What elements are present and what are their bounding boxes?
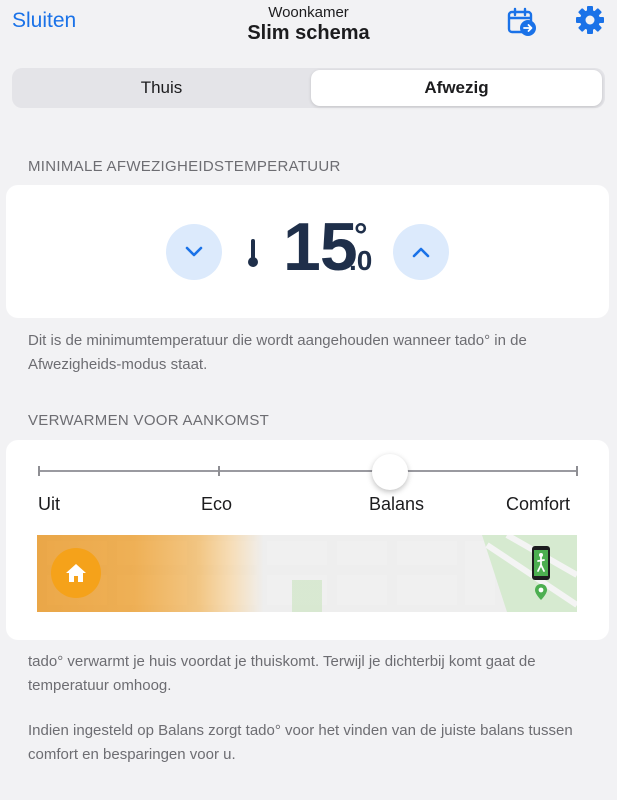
tab-thuis[interactable]: Thuis <box>14 70 309 106</box>
gear-icon[interactable] <box>574 4 606 36</box>
preheat-slider-thumb[interactable] <box>372 454 408 490</box>
min-temp-card: 15 ° .0 <box>6 185 609 318</box>
top-bar: Sluiten Woonkamer Slim schema <box>0 0 617 58</box>
chevron-up-icon <box>412 247 430 258</box>
phone-walking-icon <box>530 545 552 585</box>
stop-label-balans[interactable]: Balans <box>369 494 424 515</box>
location-pin-icon <box>534 583 548 601</box>
min-temp-description: Dit is de minimumtemperatuur die wordt a… <box>28 332 527 373</box>
preheat-description-2: Indien ingesteld op Balans zorgt tado° v… <box>28 722 573 763</box>
stop-label-comfort[interactable]: Comfort <box>506 494 570 515</box>
stop-label-eco[interactable]: Eco <box>201 494 232 515</box>
preheat-card: Uit Eco Balans Comfort <box>6 440 609 640</box>
preheat-description-1: tado° verwarmt je huis voordat je thuisk… <box>28 653 536 694</box>
increase-temp-button[interactable] <box>393 224 449 280</box>
temperature-decimal: .0 <box>349 245 373 276</box>
temperature-value: 15 <box>283 209 358 285</box>
slider-tick-comfort <box>576 466 578 476</box>
decrease-temp-button[interactable] <box>166 224 222 280</box>
slider-tick-uit <box>38 466 40 476</box>
calendar-arrow-icon[interactable] <box>506 6 538 38</box>
stop-label-uit[interactable]: Uit <box>38 494 60 515</box>
preheat-header: VERWARMEN VOOR AANKOMST <box>28 412 270 429</box>
preheat-slider-track[interactable] <box>38 470 578 472</box>
thermometer-icon <box>246 238 260 268</box>
chevron-down-icon <box>185 246 203 257</box>
arrival-map <box>37 535 577 612</box>
min-temp-header: MINIMALE AFWEZIGHEIDSTEMPERATUUR <box>28 158 341 175</box>
slider-tick-eco <box>218 466 220 476</box>
home-icon <box>51 548 101 598</box>
tab-afwezig[interactable]: Afwezig <box>311 70 602 106</box>
mode-segmented-control: Thuis Afwezig <box>12 68 605 108</box>
